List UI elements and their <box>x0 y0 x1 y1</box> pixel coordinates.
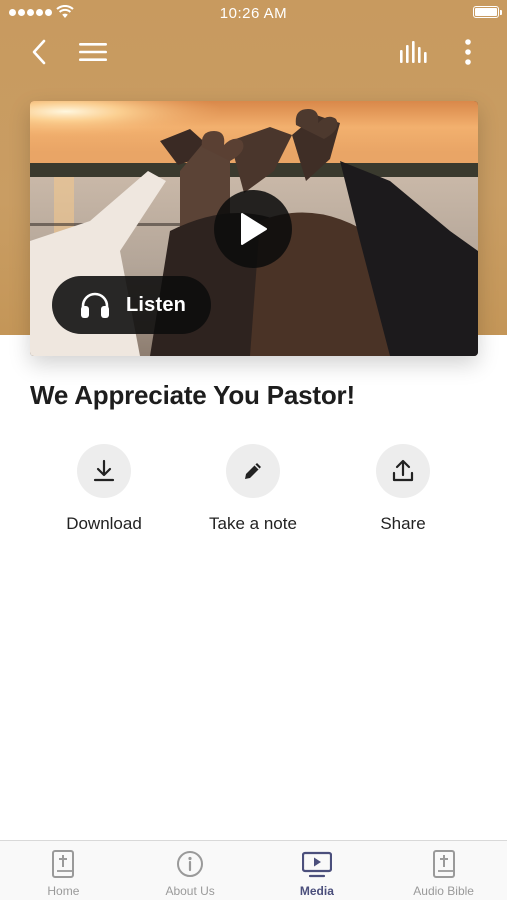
take-note-label: Take a note <box>209 514 297 533</box>
screen: 10:26 AM Listen We Appreciate You Pastor… <box>0 0 507 900</box>
bible-icon <box>432 850 455 878</box>
status-time: 10:26 AM <box>219 5 288 22</box>
download-label: Download <box>66 514 142 533</box>
share-icon <box>392 459 414 482</box>
play-icon <box>241 213 267 245</box>
audio-stats-button[interactable] <box>396 36 432 68</box>
listen-label: Listen <box>126 293 187 316</box>
share-label: Share <box>380 514 426 533</box>
take-note-action[interactable]: Take a note <box>178 444 328 534</box>
page-title: We Appreciate You Pastor! <box>30 380 355 410</box>
bible-icon <box>52 850 75 878</box>
tab-about-us[interactable]: About Us <box>127 841 254 900</box>
download-icon <box>93 459 115 482</box>
play-button[interactable] <box>214 190 292 268</box>
media-thumbnail[interactable]: Listen <box>30 101 478 356</box>
tab-audio-bible-label: Audio Bible <box>413 884 474 898</box>
battery-icon <box>473 6 502 18</box>
tab-about-us-label: About Us <box>165 884 215 898</box>
more-options-button[interactable] <box>455 36 481 68</box>
listen-button[interactable]: Listen <box>52 276 211 334</box>
tv-play-icon <box>301 851 332 878</box>
tab-audio-bible[interactable]: Audio Bible <box>380 841 507 900</box>
share-button[interactable] <box>376 444 430 498</box>
download-button[interactable] <box>77 444 131 498</box>
pencil-icon <box>245 463 261 479</box>
take-note-button[interactable] <box>226 444 280 498</box>
status-bar: 10:26 AM <box>0 0 507 28</box>
back-button[interactable] <box>24 36 54 68</box>
battery-level <box>475 8 497 16</box>
menu-button[interactable] <box>76 36 110 68</box>
more-vertical-icon <box>465 39 471 65</box>
tab-bar: Home About Us Media Audio Bible <box>0 840 507 900</box>
hamburger-menu-icon <box>79 43 107 61</box>
tab-home-label: Home <box>47 884 80 898</box>
download-action[interactable]: Download <box>29 444 179 534</box>
tab-media[interactable]: Media <box>254 841 381 900</box>
audio-bars-icon <box>400 41 427 63</box>
info-icon <box>177 851 204 877</box>
headphones-icon <box>81 292 109 318</box>
tab-media-label: Media <box>299 884 334 898</box>
share-action[interactable]: Share <box>328 444 478 534</box>
tab-home[interactable]: Home <box>0 841 127 900</box>
chevron-left-icon <box>32 39 46 65</box>
